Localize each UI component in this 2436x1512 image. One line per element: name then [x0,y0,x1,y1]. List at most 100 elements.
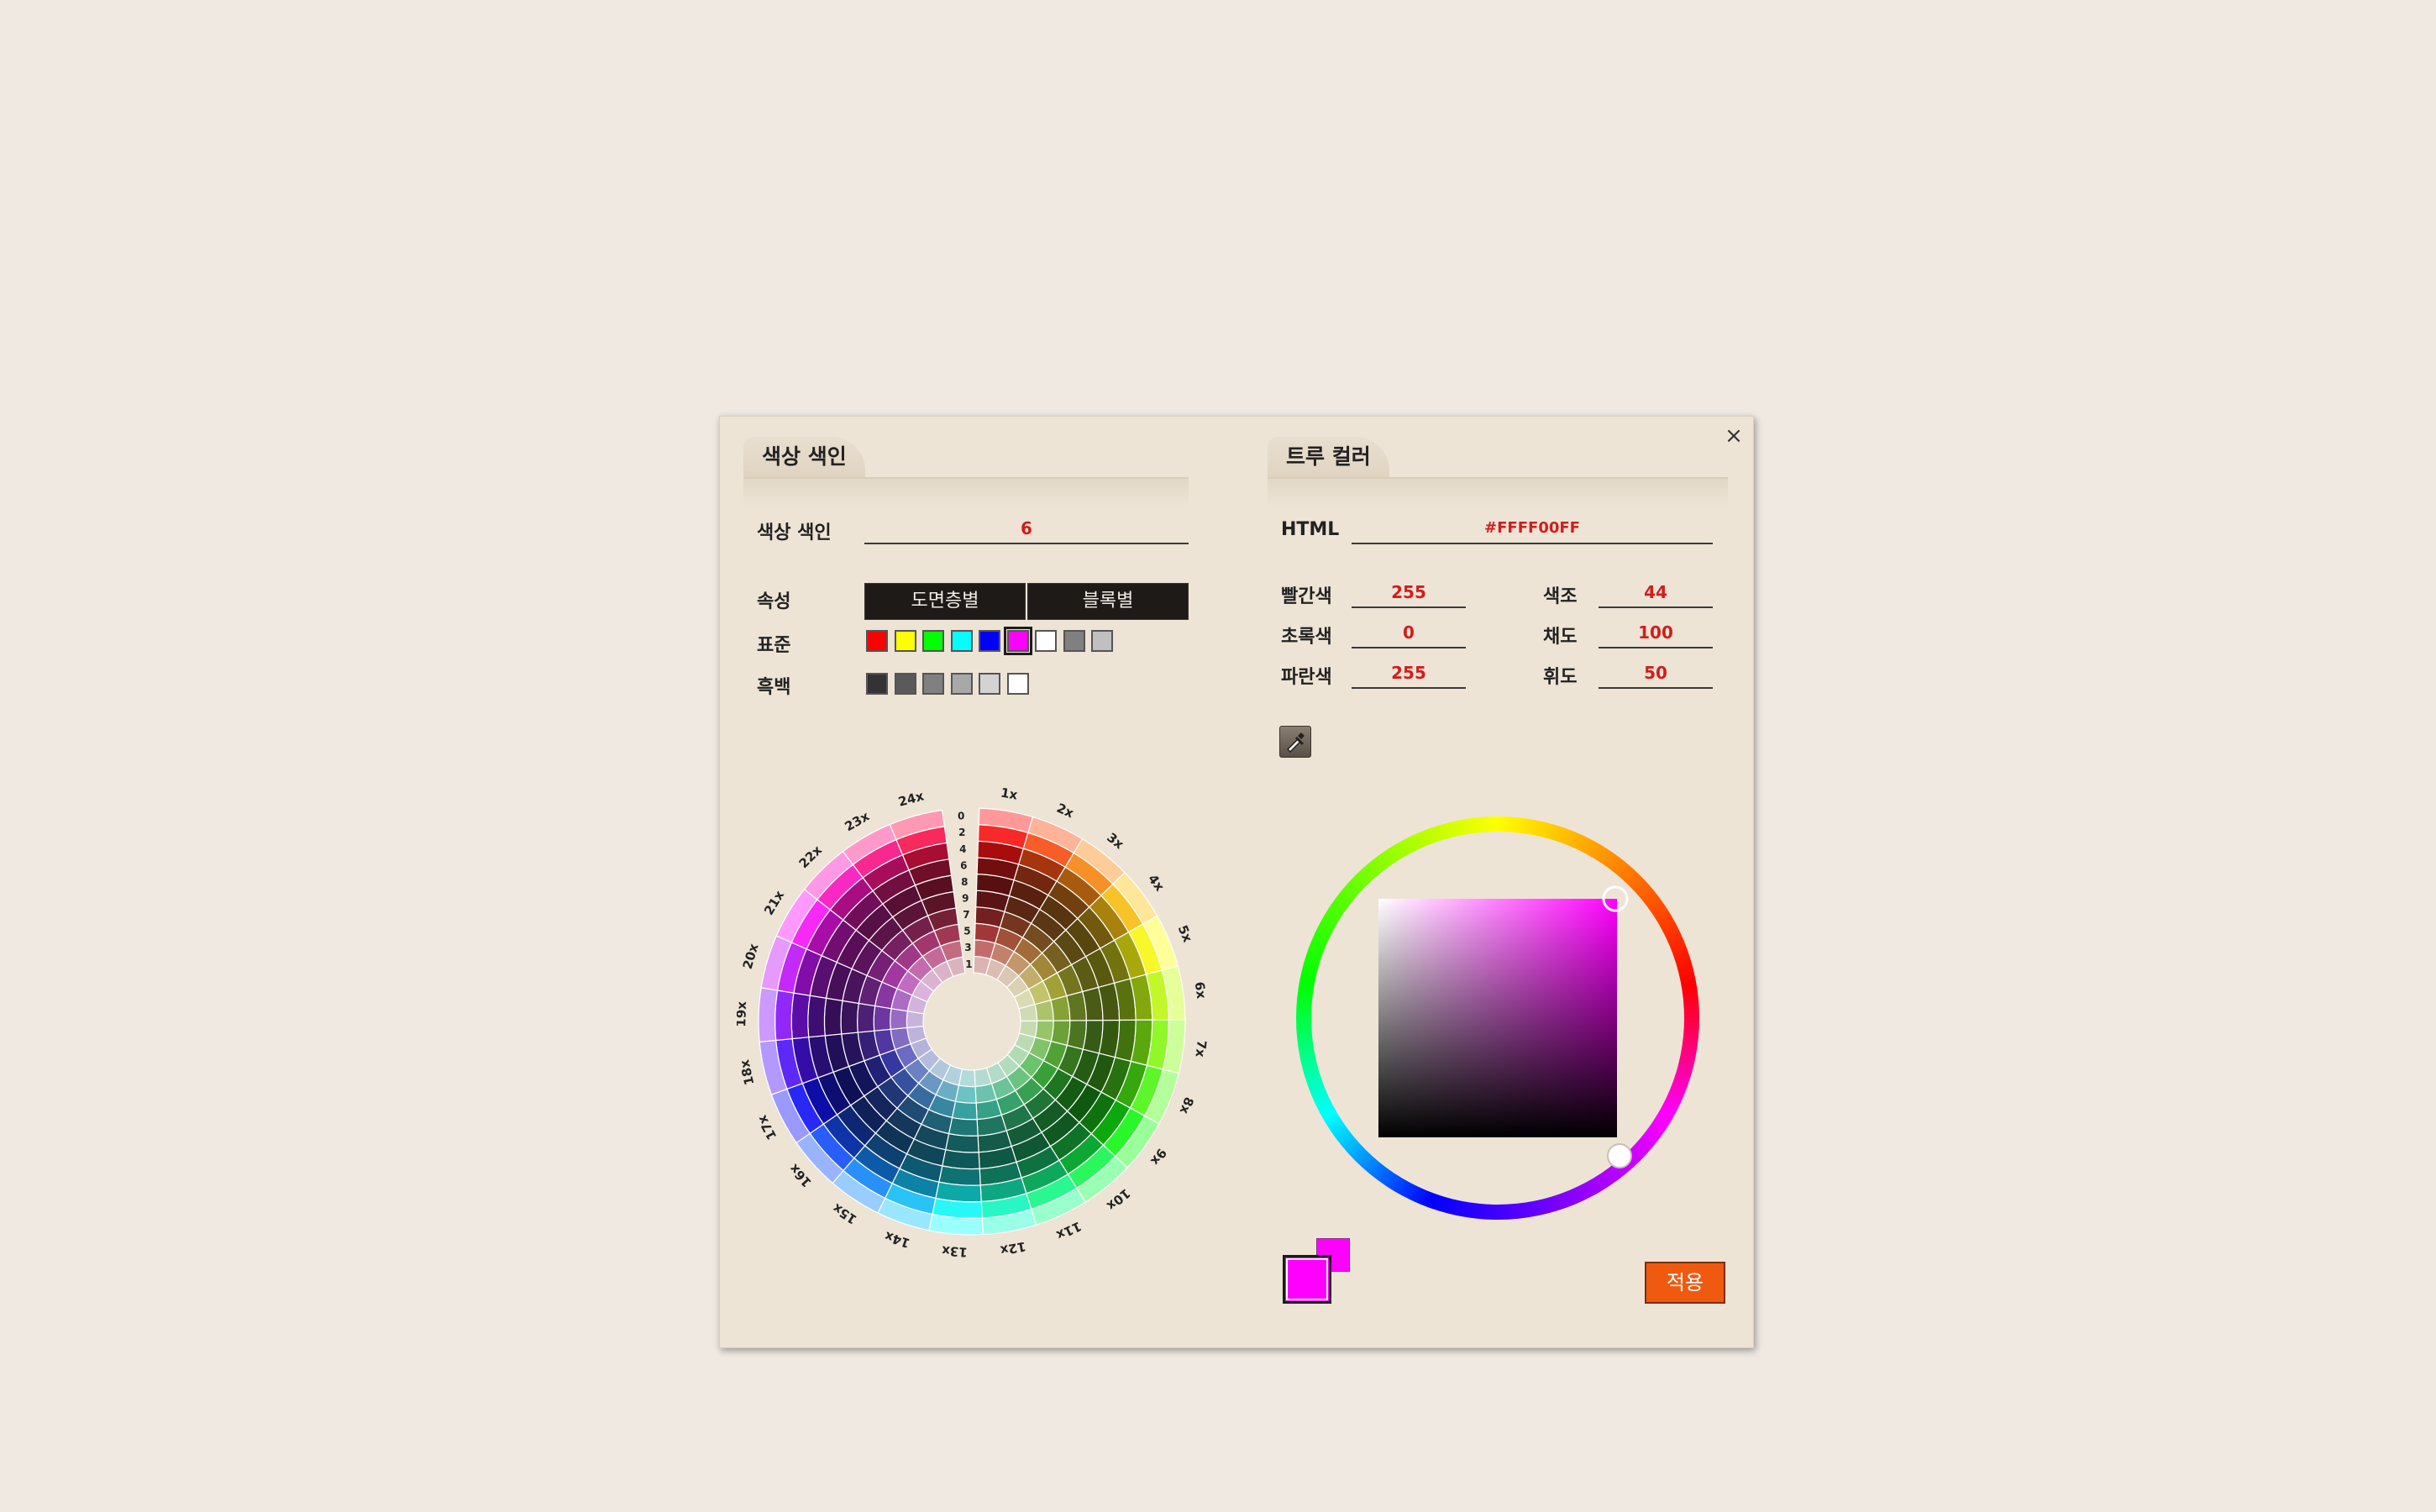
grayscale-swatch[interactable] [950,673,973,695]
ring-index-label: 9 [962,893,969,905]
hue-index-label: 15x [830,1200,860,1227]
standard-swatch[interactable] [866,630,888,652]
hue-index-label: 13x [941,1243,968,1260]
color-index-label: 색상 색인 [757,522,832,543]
color-dialog: × 색상 색인 색상 색인 6 속성 도면층별 블록별 표준 흑백 1x 2x 3x… [719,416,1754,1348]
aci-cell[interactable] [840,1000,859,1035]
green-field[interactable]: 0 [1352,620,1466,648]
hue-index-label: 17x [754,1112,780,1142]
standard-swatch[interactable] [979,630,1000,652]
aci-cell[interactable] [790,992,811,1040]
aci-cell[interactable] [942,1149,980,1170]
saturation-value-square[interactable] [1378,899,1617,1137]
current-color-preview [1283,1255,1331,1304]
hue-index-label: 8x [1176,1095,1196,1116]
hue-index-label: 19x [737,1001,749,1027]
tab-color-index[interactable]: 색상 색인 [743,437,865,477]
saturation-field[interactable]: 100 [1599,620,1713,648]
hue-index-label: 1x [1000,785,1019,803]
green-label: 초록색 [1281,627,1332,648]
grayscale-swatch[interactable] [1006,673,1029,695]
aci-cell[interactable] [823,997,843,1037]
eyedropper-button[interactable] [1279,726,1311,758]
hue-index-label: 11x [1054,1218,1084,1242]
aci-cell[interactable] [938,1165,981,1186]
ring-index-label: 3 [964,942,971,953]
standard-swatch[interactable] [922,630,944,652]
eyedropper-icon [1286,732,1305,753]
property-label: 속성 [757,591,791,612]
close-button[interactable]: × [1721,423,1746,449]
grayscale-swatch[interactable] [894,673,916,695]
html-field[interactable]: #FFFF00FF [1352,516,1713,544]
hue-index-label: 2x [1054,801,1076,822]
hue-index-label: 20x [740,942,762,971]
hue-handle[interactable] [1607,1143,1632,1168]
blue-label: 파란색 [1281,667,1332,688]
hue-index-label: 14x [883,1228,912,1251]
color-index-field[interactable]: 6 [864,516,1189,544]
standard-swatch[interactable] [1063,630,1085,652]
by-block-button[interactable]: 블록별 [1027,583,1189,620]
ring-index-label: 4 [959,843,966,855]
grayscale-swatch[interactable] [866,673,888,695]
aci-color-wheel[interactable]: 1x2x3x4x5x6x7x8x9x10x11x12x13x14x15x16x1… [737,778,1207,1265]
hue-index-label: 24x [896,788,926,810]
aci-cell[interactable] [758,987,779,1042]
hue-label: 색조 [1543,586,1578,607]
aci-cell[interactable] [951,1100,978,1121]
standard-swatch[interactable] [894,630,916,652]
ring-index-label: 6 [960,859,967,871]
hue-index-label: 6x [1192,981,1207,1000]
aci-cell[interactable] [944,1132,979,1153]
standard-swatch[interactable] [950,630,973,652]
ring-index-label: 5 [963,926,970,937]
grayscale-swatch[interactable] [979,673,1000,695]
standard-swatch[interactable] [1091,630,1113,652]
tab-true-color[interactable]: 트루 컬러 [1268,437,1389,477]
sv-handle[interactable] [1599,882,1632,916]
aci-cell[interactable] [890,1007,909,1030]
ring-index-label: 1 [965,958,972,970]
hue-index-label: 4x [1145,872,1168,895]
luminance-label: 휘도 [1543,667,1578,688]
hue-index-label: 3x [1104,830,1126,853]
right-tab-underline [1268,477,1728,507]
ring-index-label: 8 [961,876,968,888]
hue-index-label: 21x [761,888,787,918]
hue-index-label: 23x [843,808,873,834]
apply-button[interactable]: 적용 [1645,1262,1725,1304]
saturation-label: 채도 [1543,627,1578,648]
hue-index-label: 18x [737,1058,757,1087]
grayscale-swatch[interactable] [922,673,944,695]
ring-index-label: 0 [958,811,964,822]
aci-cell[interactable] [774,990,795,1042]
hue-field[interactable]: 44 [1599,580,1713,608]
grayscale-label: 흑백 [757,677,791,698]
hue-index-label: 9x [1147,1146,1170,1168]
hue-index-label: 10x [1104,1185,1133,1214]
html-label: HTML [1281,519,1340,540]
aci-cell[interactable] [935,1181,982,1203]
red-label: 빨간색 [1281,586,1332,607]
hue-index-label: 12x [999,1238,1027,1257]
ring-index-label: 2 [958,827,965,838]
hue-index-label: 22x [796,843,826,871]
hue-index-label: 5x [1175,923,1195,945]
aci-cell[interactable] [948,1116,979,1137]
standard-label: 표준 [757,635,791,656]
hue-index-label: 16x [786,1161,815,1190]
blue-field[interactable]: 255 [1352,660,1466,689]
aci-cell[interactable] [873,1005,892,1032]
aci-cell[interactable] [1034,999,1054,1021]
standard-swatch[interactable] [1035,630,1057,652]
hue-index-label: 7x [1192,1039,1207,1058]
standard-swatch[interactable] [1003,627,1032,655]
red-field[interactable]: 255 [1352,580,1466,608]
by-layer-button[interactable]: 도면층별 [864,583,1026,620]
aci-cell[interactable] [857,1002,876,1033]
ring-index-label: 7 [963,909,969,921]
aci-cell[interactable] [807,995,827,1038]
luminance-field[interactable]: 50 [1599,660,1713,689]
left-tab-underline [743,477,1189,507]
